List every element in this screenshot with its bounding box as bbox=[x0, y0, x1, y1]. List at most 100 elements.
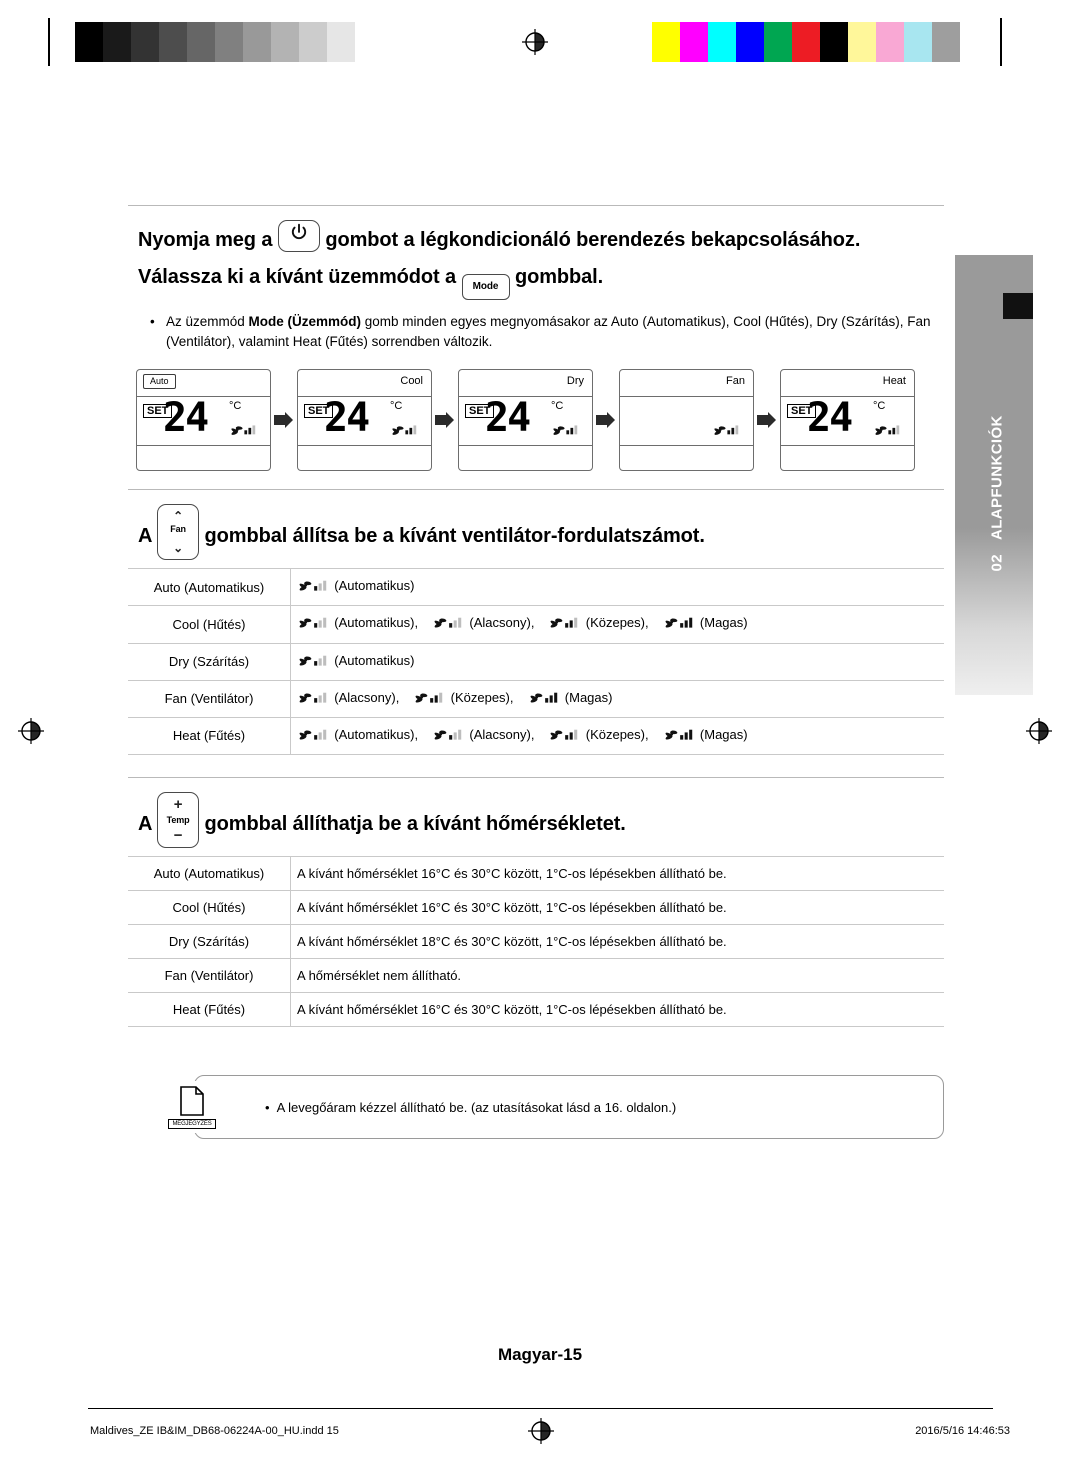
temp-button-icon: + Temp − bbox=[157, 792, 200, 849]
bullet-text-1: Az üzemmód bbox=[166, 314, 249, 329]
table-row: Dry (Szárítás) (Automatikus) bbox=[128, 642, 944, 681]
display-bottom-rule bbox=[781, 445, 914, 447]
fan-speed-item: (Közepes), bbox=[548, 727, 649, 742]
table-cell-description: A kívánt hőmérséklet 16°C és 30°C között… bbox=[290, 856, 944, 891]
fan-speed-label: (Alacsony), bbox=[469, 615, 535, 631]
fan-speed-item: (Magas) bbox=[663, 615, 748, 630]
table-cell-values: (Automatikus), (Alacsony), (Közepes), (M… bbox=[290, 716, 944, 756]
page-content: Nyomja meg a gombot a légkondicionáló be… bbox=[128, 205, 944, 1140]
mode-button-icon: Mode bbox=[461, 274, 510, 300]
fan-speed-item: (Közepes), bbox=[413, 690, 514, 705]
power-button-icon bbox=[277, 220, 320, 252]
table-row: Dry (Szárítás) A kívánt hőmérséklet 18°C… bbox=[128, 924, 944, 959]
fan-speed-item: (Automatikus) bbox=[297, 653, 415, 668]
footer-rule bbox=[88, 1408, 993, 1409]
display-temperature-value: 24 bbox=[485, 395, 531, 442]
bullet-dot: • bbox=[150, 314, 155, 329]
table-row: Cool (Hűtés) (Automatikus), (Alacsony), … bbox=[128, 605, 944, 643]
fan-speed-item: (Magas) bbox=[663, 727, 748, 742]
heading-mode: Válassza ki a kívánt üzemmódot a Mode go… bbox=[128, 255, 944, 300]
fan-speed-label: (Közepes), bbox=[585, 615, 649, 631]
table-cell-values: (Automatikus), (Alacsony), (Közepes), (M… bbox=[290, 605, 944, 643]
fan-speed-item: (Alacsony), bbox=[432, 615, 534, 630]
fan-up-arrow-icon: ⌃ bbox=[173, 509, 184, 524]
sequence-arrow-icon bbox=[271, 411, 297, 429]
fan-speed-item: (Automatikus), bbox=[297, 615, 418, 630]
table-row: Auto (Automatikus) A kívánt hőmérséklet … bbox=[128, 856, 944, 891]
remote-display-auto: Auto SET 24 °C bbox=[136, 369, 271, 472]
heading-temp: A + Temp − gombbal állíthatja be a kíván… bbox=[128, 778, 944, 849]
heading-fan-before: A bbox=[138, 525, 152, 548]
remote-display-fan: Fan bbox=[619, 369, 754, 472]
heading-mode-after: gombbal. bbox=[514, 266, 604, 288]
fan-speed-table: Auto (Automatikus) (Automatikus) Cool (Hű… bbox=[128, 568, 944, 756]
fan-speed-label: (Alacsony), bbox=[469, 726, 535, 742]
document-icon bbox=[180, 1085, 204, 1116]
chapter-side-tab: 02 ALAPFUNKCIÓK bbox=[955, 255, 1033, 695]
heading-power: Nyomja meg a gombot a légkondicionáló be… bbox=[128, 206, 944, 255]
fan-speed-label: (Automatikus), bbox=[334, 615, 419, 631]
table-cell-mode: Auto (Automatikus) bbox=[128, 568, 291, 606]
remote-display-heat: Heat SET 24 °C bbox=[780, 369, 915, 472]
fan-down-arrow-icon: ⌄ bbox=[173, 541, 184, 556]
fan-speed-label: (Alacsony), bbox=[334, 689, 400, 705]
table-cell-mode: Fan (Ventilátor) bbox=[128, 679, 291, 718]
grayscale-bar bbox=[75, 22, 383, 62]
display-fan-icon bbox=[551, 423, 582, 442]
display-degree-unit: °C bbox=[873, 400, 886, 413]
calibration-swatch bbox=[355, 22, 383, 62]
temp-plus-icon: + bbox=[173, 796, 183, 814]
fan-speed-item: (Alacsony), bbox=[297, 690, 399, 705]
table-cell-values: (Alacsony), (Közepes), (Magas) bbox=[290, 679, 944, 718]
calibration-swatch bbox=[932, 22, 960, 62]
sequence-arrow-icon bbox=[432, 411, 458, 429]
heading-power-before: Nyomja meg a bbox=[138, 229, 273, 251]
calibration-swatch bbox=[848, 22, 876, 62]
display-mode-label: Cool bbox=[400, 375, 423, 388]
calibration-swatch bbox=[243, 22, 271, 62]
heading-temp-before: A bbox=[138, 813, 152, 836]
display-mode-label: Dry bbox=[566, 375, 584, 388]
fan-speed-label: (Magas) bbox=[699, 615, 748, 631]
fan-speed-label: (Automatikus), bbox=[334, 726, 419, 742]
registration-mark-top bbox=[522, 29, 548, 55]
footer: Maldives_ZE IB&IM_DB68-06224A-00_HU.indd… bbox=[90, 1425, 1010, 1437]
calibration-swatch bbox=[904, 22, 932, 62]
display-bottom-rule bbox=[620, 445, 753, 447]
table-cell-mode: Cool (Hűtés) bbox=[128, 890, 291, 925]
calibration-swatch bbox=[215, 22, 243, 62]
table-cell-mode: Heat (Fűtés) bbox=[128, 992, 291, 1028]
table-row: Fan (Ventilátor) (Alacsony), (Közepes), … bbox=[128, 679, 944, 718]
table-row: Heat (Fűtés) A kívánt hőmérséklet 16°C é… bbox=[128, 992, 944, 1028]
registration-mark-right bbox=[1026, 718, 1052, 744]
fan-speed-item: (Közepes), bbox=[548, 615, 649, 631]
side-tab-number: 02 bbox=[988, 554, 1006, 572]
table-row: Fan (Ventilátor) A hőmérséklet nem állít… bbox=[128, 958, 944, 993]
calibration-swatch bbox=[876, 22, 904, 62]
side-tab-text: 02 ALAPFUNKCIÓK bbox=[988, 252, 1006, 572]
display-degree-unit: °C bbox=[551, 400, 564, 413]
table-cell-mode: Fan (Ventilátor) bbox=[128, 958, 291, 993]
table-cell-values: (Automatikus) bbox=[290, 568, 944, 606]
calibration-swatch bbox=[652, 22, 680, 62]
calibration-swatch bbox=[820, 22, 848, 62]
crop-mark-left bbox=[48, 18, 50, 66]
display-sequence: Auto SET 24 °C Cool SET 24 °C Dry SET 24… bbox=[136, 369, 944, 472]
display-mode-label: Auto bbox=[143, 374, 176, 390]
note-icon-label: MEGJEGYZÉS bbox=[168, 1118, 216, 1129]
fan-speed-label: (Automatikus) bbox=[334, 578, 415, 594]
side-tab-marker bbox=[1003, 293, 1033, 319]
table-cell-mode: Heat (Fűtés) bbox=[128, 716, 291, 756]
calibration-swatch bbox=[159, 22, 187, 62]
display-degree-unit: °C bbox=[390, 400, 403, 413]
bullet-bold: Mode (Üzemmód) bbox=[248, 314, 362, 329]
table-cell-mode: Auto (Automatikus) bbox=[128, 856, 291, 891]
calibration-swatch bbox=[271, 22, 299, 62]
calibration-swatch bbox=[708, 22, 736, 62]
table-cell-mode: Dry (Szárítás) bbox=[128, 642, 291, 681]
temp-minus-icon: − bbox=[173, 827, 183, 845]
fan-speed-item: (Automatikus), bbox=[297, 727, 418, 742]
temp-button-label: Temp bbox=[166, 815, 190, 826]
footer-file-name: Maldives_ZE IB&IM_DB68-06224A-00_HU.indd… bbox=[90, 1425, 339, 1437]
display-degree-unit: °C bbox=[229, 400, 242, 413]
